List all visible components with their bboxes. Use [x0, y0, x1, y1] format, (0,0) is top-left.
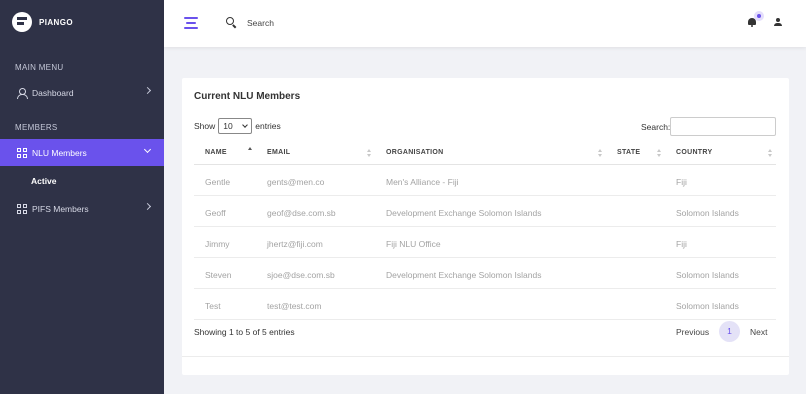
cell-organisation: Men's Alliance - Fiji — [386, 177, 459, 187]
sidebar-subitem-active[interactable]: Active — [31, 176, 57, 186]
sidebar-item-nlu-members[interactable]: NLU Members — [0, 139, 164, 166]
column-header-email[interactable]: EMAIL — [267, 149, 290, 156]
show-label: Show — [194, 121, 216, 131]
members-card: Current NLU Members Show 10 entries Sear… — [182, 78, 789, 375]
cell-organisation: Development Exchange Solomon Islands — [386, 270, 542, 280]
pagination-page-current[interactable]: 1 — [719, 321, 740, 342]
sort-icon[interactable] — [367, 149, 372, 159]
cell-country: Fiji — [676, 177, 687, 187]
card-footer-divider — [182, 356, 789, 357]
cell-name: Gentle — [205, 177, 231, 187]
sidebar: PIANGO MAIN MENU Dashboard MEMBERS NLU M… — [0, 0, 164, 394]
cell-country: Fiji — [676, 239, 687, 249]
sort-icon[interactable] — [657, 149, 662, 159]
sort-icon[interactable] — [598, 149, 603, 159]
sidebar-item-label: NLU Members — [32, 147, 87, 158]
column-header-name[interactable]: NAME — [205, 149, 227, 156]
entries-length-control: Show 10 entries — [194, 118, 281, 134]
table-search-label: Search: — [641, 122, 671, 132]
table-row[interactable]: Test test@test.com Solomon Islands — [194, 289, 776, 320]
chevron-right-icon — [143, 86, 152, 95]
search-icon[interactable] — [226, 17, 237, 28]
user-icon — [16, 87, 28, 99]
cell-country: Solomon Islands — [676, 270, 739, 280]
pagination-previous[interactable]: Previous — [676, 327, 709, 337]
cell-country: Solomon Islands — [676, 301, 739, 311]
table-row[interactable]: Gentle gents@men.co Men's Alliance - Fij… — [194, 165, 776, 196]
entries-label: entries — [255, 121, 281, 131]
brand-name: PIANGO — [39, 17, 73, 27]
brand[interactable]: PIANGO — [12, 12, 73, 32]
table-header: NAME EMAIL ORGANISATION STATE COUNTRY — [194, 141, 776, 165]
column-header-organisation[interactable]: ORGANISATION — [386, 149, 444, 156]
profile-icon[interactable] — [774, 18, 782, 27]
sidebar-item-label: PIFS Members — [32, 203, 89, 214]
chevron-down-icon — [143, 145, 152, 154]
entries-select-value: 10 — [223, 121, 233, 131]
sort-icon[interactable] — [768, 149, 773, 159]
piango-logo-icon — [12, 12, 32, 32]
table-search-input[interactable] — [670, 117, 776, 136]
cell-name: Geoff — [205, 208, 226, 218]
cell-organisation: Fiji NLU Office — [386, 239, 441, 249]
cell-email: test@test.com — [267, 301, 322, 311]
cell-organisation: Development Exchange Solomon Islands — [386, 208, 542, 218]
menu-toggle-icon[interactable] — [184, 17, 198, 29]
cell-name: Jimmy — [205, 239, 230, 249]
sidebar-item-label: Dashboard — [32, 87, 74, 98]
search-input[interactable]: Search — [247, 18, 274, 28]
cell-name: Steven — [205, 270, 232, 280]
sidebar-item-dashboard[interactable]: Dashboard — [0, 79, 164, 106]
entries-select[interactable]: 10 — [218, 118, 253, 134]
cell-name: Test — [205, 301, 221, 311]
grid-icon — [16, 147, 28, 159]
topbar: Search — [164, 0, 806, 47]
main-menu-title: MAIN MENU — [15, 63, 64, 72]
card-title: Current NLU Members — [194, 91, 301, 102]
table-row[interactable]: Geoff geof@dse.com.sb Development Exchan… — [194, 196, 776, 227]
cell-email: jhertz@fiji.com — [267, 239, 323, 249]
grid-icon — [16, 203, 28, 215]
notification-badge — [754, 11, 764, 21]
cell-email: geof@dse.com.sb — [267, 208, 336, 218]
column-header-state[interactable]: STATE — [617, 149, 640, 156]
table-info: Showing 1 to 5 of 5 entries — [194, 327, 295, 337]
sort-ascending-icon[interactable] — [248, 147, 253, 157]
pagination-next[interactable]: Next — [750, 327, 767, 337]
cell-email: sjoe@dse.com.sb — [267, 270, 335, 280]
chevron-right-icon — [143, 202, 152, 211]
sidebar-item-pifs-members[interactable]: PIFS Members — [0, 195, 164, 222]
table-row[interactable]: Steven sjoe@dse.com.sb Development Excha… — [194, 258, 776, 289]
cell-email: gents@men.co — [267, 177, 325, 187]
column-header-country[interactable]: COUNTRY — [676, 149, 712, 156]
members-title: MEMBERS — [15, 123, 58, 132]
cell-country: Solomon Islands — [676, 208, 739, 218]
table-row[interactable]: Jimmy jhertz@fiji.com Fiji NLU Office Fi… — [194, 227, 776, 258]
